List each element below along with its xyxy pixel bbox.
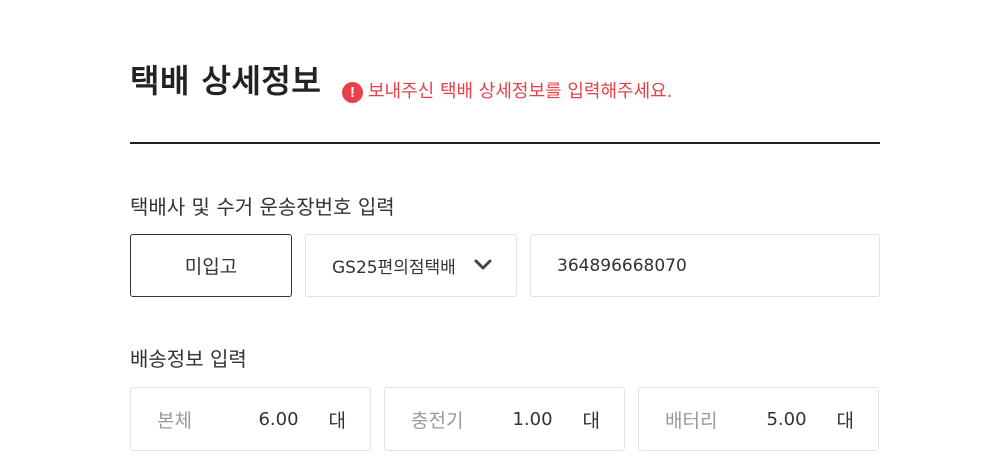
tracking-number-input[interactable]: 364896668070 <box>530 234 880 297</box>
quantity-value: 6.00 <box>258 408 299 430</box>
quantity-value: 1.00 <box>512 408 553 430</box>
warning-text: 보내주신 택배 상세정보를 입력해주세요. <box>368 81 673 102</box>
quantity-unit: 대 <box>582 409 600 432</box>
quantity-field-body[interactable]: 본체 6.00 대 <box>130 387 371 451</box>
delivery-section-label: 배송정보 입력 <box>130 347 247 371</box>
quantity-field-charger[interactable]: 충전기 1.00 대 <box>384 387 625 451</box>
chevron-down-icon <box>474 259 492 270</box>
quantity-unit: 대 <box>836 409 854 432</box>
courier-select-value: GS25편의점택배 <box>332 258 456 278</box>
title-divider <box>130 142 880 144</box>
quantity-label: 충전기 <box>411 409 464 432</box>
courier-section-label: 택배사 및 수거 운송장번호 입력 <box>130 195 395 219</box>
quantity-field-battery[interactable]: 배터리 5.00 대 <box>638 387 879 451</box>
quantity-label: 배터리 <box>665 409 718 432</box>
quantity-label: 본체 <box>157 409 192 432</box>
quantity-value: 5.00 <box>766 408 807 430</box>
page-title: 택배 상세정보 <box>130 62 322 100</box>
warning-message: ! 보내주신 택배 상세정보를 입력해주세요. <box>342 80 672 104</box>
not-entered-button[interactable]: 미입고 <box>130 234 292 297</box>
tracking-number-value: 364896668070 <box>557 255 687 276</box>
quantity-unit: 대 <box>328 409 346 432</box>
courier-select[interactable]: GS25편의점택배 <box>305 234 517 297</box>
exclamation-circle-icon: ! <box>342 81 363 103</box>
